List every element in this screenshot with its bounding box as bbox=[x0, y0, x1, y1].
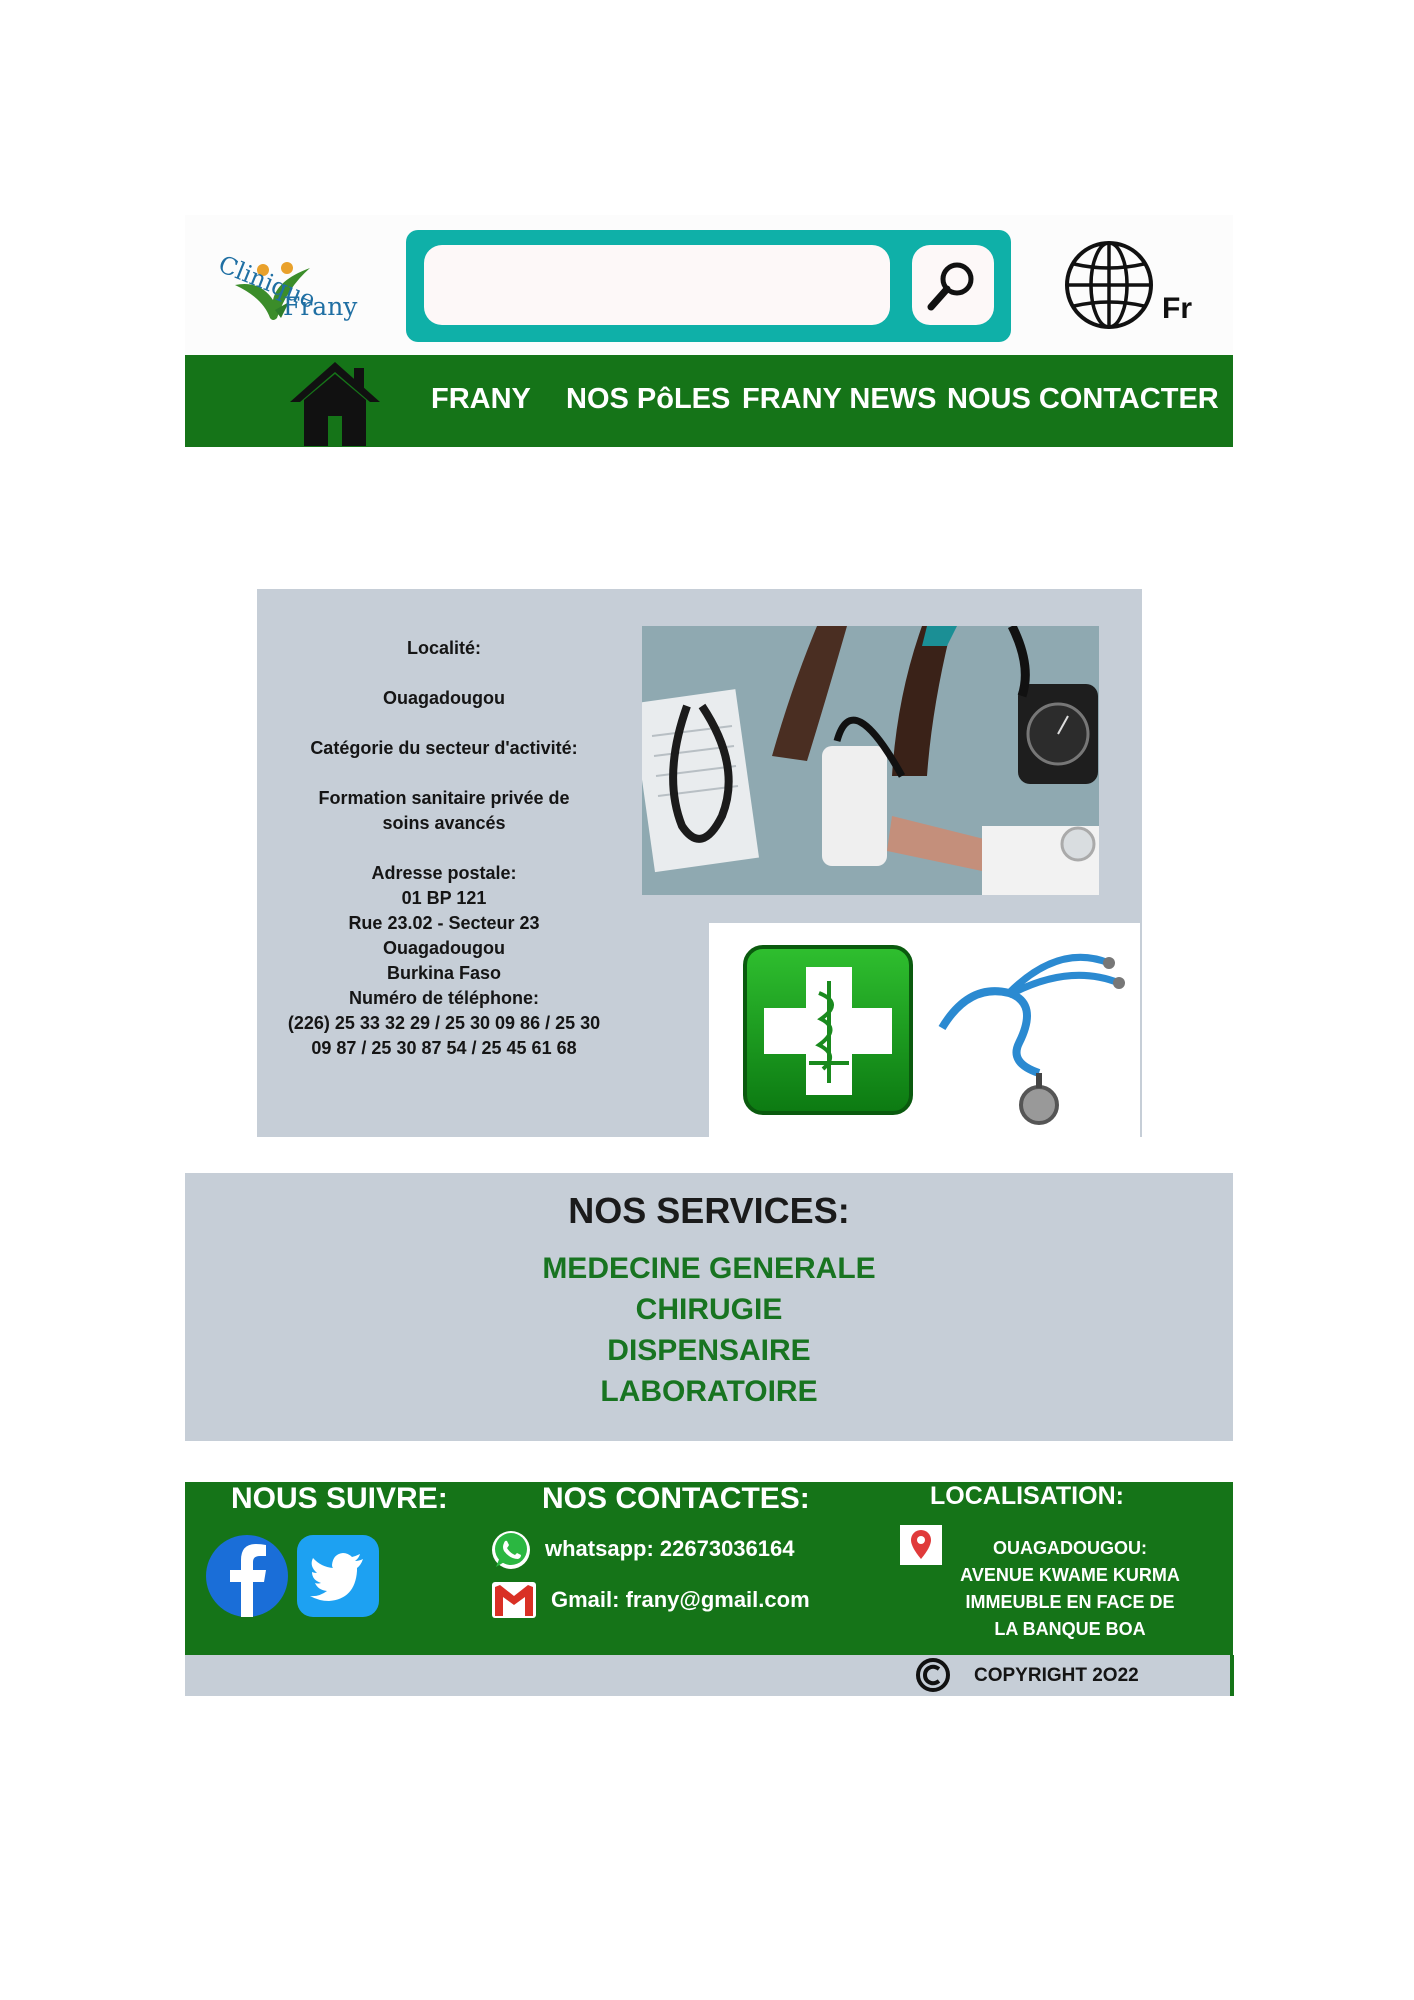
postal-address-label: Adresse postale: bbox=[371, 863, 517, 883]
contacts-title: NOS CONTACTES: bbox=[542, 1482, 810, 1515]
category-value: soins avancés bbox=[382, 813, 506, 833]
postal-address-line: Rue 23.02 - Secteur 23 bbox=[348, 913, 540, 933]
language-selector[interactable] bbox=[1064, 240, 1154, 330]
location-address-line: AVENUE KWAME KURMA bbox=[960, 1565, 1180, 1585]
phone-numbers: 09 87 / 25 30 87 54 / 25 45 61 68 bbox=[311, 1038, 577, 1058]
category-value: Formation sanitaire privée de bbox=[318, 788, 570, 808]
services-title: NOS SERVICES: bbox=[568, 1190, 850, 1231]
postal-address-line: Ouagadougou bbox=[383, 938, 505, 958]
nav-item-nos-poles[interactable]: NOS PôLES bbox=[566, 383, 730, 416]
service-item[interactable]: CHIRUGIE bbox=[185, 1293, 1233, 1327]
follow-us-title: NOUS SUIVRE: bbox=[231, 1482, 448, 1515]
facebook-link[interactable] bbox=[206, 1535, 288, 1617]
location-address-line: OUAGADOUGOU: bbox=[993, 1538, 1147, 1558]
phone-label: Numéro de téléphone: bbox=[348, 988, 540, 1008]
nav-item-frany[interactable]: FRANY bbox=[431, 383, 531, 416]
language-label[interactable]: Fr bbox=[1162, 292, 1192, 326]
pharmacy-cross-icon bbox=[743, 945, 1125, 1125]
phone-numbers: (226) 25 33 32 29 / 25 30 09 86 / 25 30 bbox=[287, 1013, 601, 1033]
location-title: LOCALISATION: bbox=[930, 1482, 1124, 1510]
search-button[interactable] bbox=[912, 245, 994, 325]
service-item[interactable]: MEDECINE GENERALE bbox=[185, 1252, 1233, 1286]
location-pin-icon bbox=[900, 1525, 942, 1565]
globe-icon bbox=[1065, 241, 1153, 329]
copyright-icon bbox=[915, 1657, 951, 1693]
home-icon bbox=[290, 362, 380, 446]
blood-pressure-photo-illustration bbox=[642, 626, 1099, 895]
twitter-link[interactable] bbox=[297, 1535, 379, 1617]
postal-address-line: Burkina Faso bbox=[386, 963, 502, 983]
pharmacy-stethoscope-image bbox=[709, 923, 1140, 1137]
twitter-icon bbox=[297, 1535, 379, 1617]
search-icon bbox=[927, 262, 974, 311]
copyright-text: COPYRIGHT 2O22 bbox=[974, 1665, 1139, 1686]
locality-value: Ouagadougou bbox=[383, 688, 505, 708]
location-address: OUAGADOUGOU: AVENUE KWAME KURMA IMMEUBLE… bbox=[950, 1535, 1190, 1643]
doctor-blood-pressure-photo bbox=[642, 626, 1099, 895]
clinic-info-text: Localité: Ouagadougou Catégorie du secte… bbox=[262, 636, 626, 1061]
home-button[interactable] bbox=[290, 360, 380, 446]
logo-text-frany: Frany bbox=[283, 292, 358, 321]
clinic-logo[interactable]: Clinique Frany bbox=[215, 240, 365, 330]
locality-label: Localité: bbox=[406, 638, 481, 658]
gmail-contact[interactable]: Gmail: frany@gmail.com bbox=[551, 1587, 810, 1613]
category-label: Catégorie du secteur d'activité: bbox=[310, 738, 578, 758]
search-input[interactable] bbox=[424, 245, 890, 325]
facebook-icon bbox=[206, 1535, 288, 1617]
whatsapp-icon bbox=[490, 1529, 532, 1571]
service-item[interactable]: LABORATOIRE bbox=[185, 1375, 1233, 1409]
whatsapp-contact[interactable]: whatsapp: 22673036164 bbox=[545, 1536, 795, 1562]
postal-address-line: 01 BP 121 bbox=[401, 888, 487, 908]
gmail-icon bbox=[492, 1582, 536, 1618]
nav-item-frany-news[interactable]: FRANY NEWS bbox=[742, 383, 936, 416]
location-address-line: IMMEUBLE EN FACE DE bbox=[965, 1592, 1175, 1612]
service-item[interactable]: DISPENSAIRE bbox=[185, 1334, 1233, 1368]
nav-item-nous-contacter[interactable]: NOUS CONTACTER bbox=[947, 383, 1219, 416]
location-address-line: LA BANQUE BOA bbox=[994, 1619, 1146, 1639]
